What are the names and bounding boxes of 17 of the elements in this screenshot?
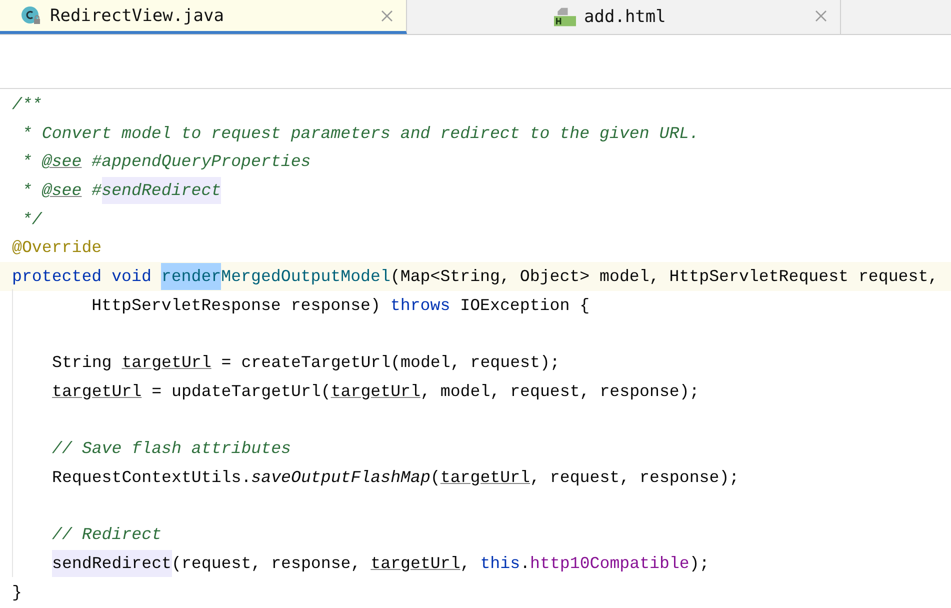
editor-tab[interactable]: RedirectView.java — [0, 0, 407, 34]
code-line: * @see #appendQueryProperties — [20, 152, 311, 172]
code-line: } — [12, 582, 22, 602]
code-line: targetUrl = updateTargetUrl(targetUrl, model, request, response); — [12, 382, 700, 401]
code-line: * Convert model to request parameters and redirect to the given URL. — [20, 124, 700, 143]
code-line: String targetUrl = createTargetUrl(model, request); — [12, 353, 560, 372]
code-line: // Save flash attributes — [12, 439, 291, 458]
close-icon[interactable] — [815, 10, 827, 22]
code-line: /** — [12, 94, 42, 114]
code-line: */ — [20, 210, 42, 229]
code-line: RequestContextUtils.saveOutputFlashMap(targetUrl, request, response); — [12, 468, 740, 487]
close-icon[interactable] — [381, 10, 393, 22]
code-line: HttpServletResponse response) throws IOException { — [90, 296, 590, 315]
code-line: @Override — [12, 238, 102, 258]
class-file-icon — [20, 6, 42, 26]
code-line: // Redirect — [12, 525, 162, 544]
html-file-icon — [554, 7, 576, 27]
